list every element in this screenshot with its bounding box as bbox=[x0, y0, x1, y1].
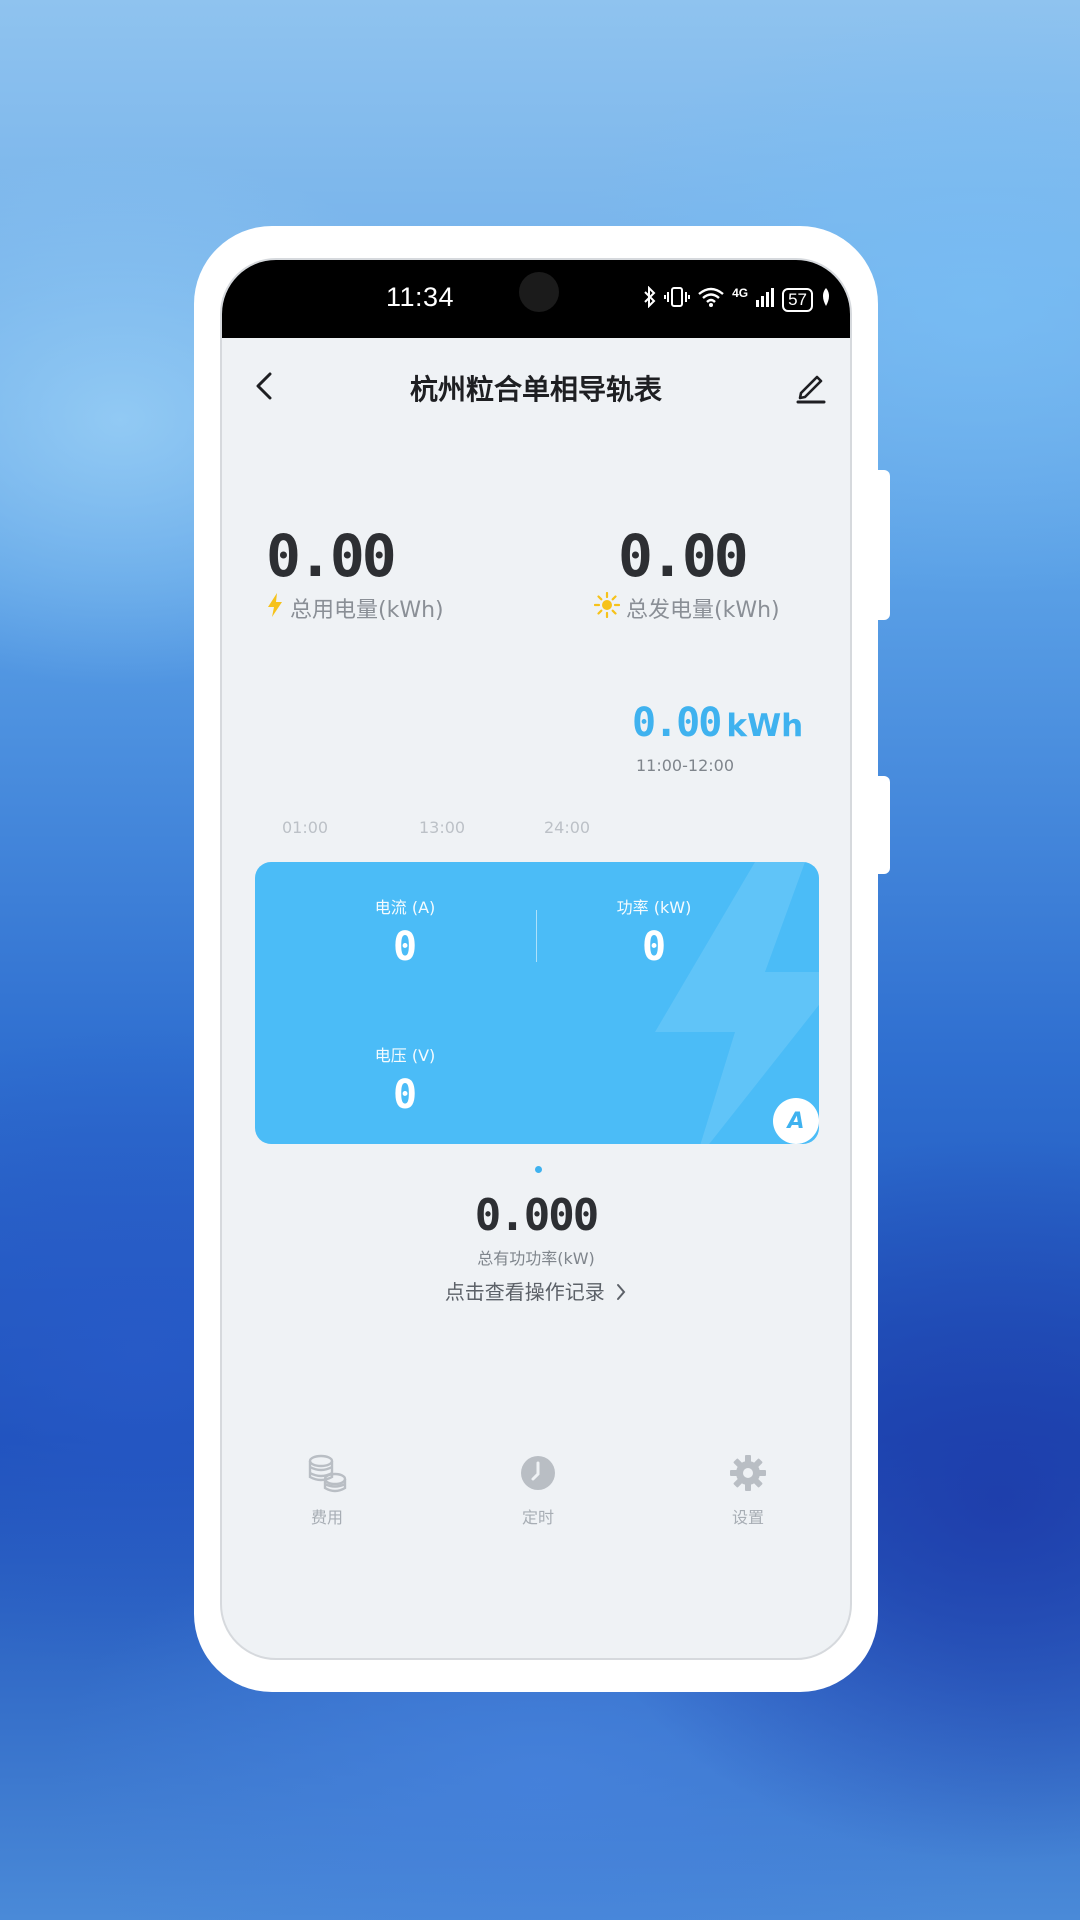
usage-chart[interactable]: 0.00 kWh 11:00-12:00 01:00 13:00 24:00 bbox=[222, 700, 850, 860]
network-type-label: 4G bbox=[732, 286, 749, 300]
leaf-icon bbox=[820, 287, 832, 313]
card-divider bbox=[536, 910, 537, 962]
gear-icon bbox=[726, 1452, 770, 1496]
chart-selected-readout: 0.00 kWh bbox=[632, 700, 803, 746]
consumption-stat: 0.00 总用电量(kWh) bbox=[266, 522, 444, 624]
vibrate-icon bbox=[664, 286, 691, 314]
tab-timer-label: 定时 bbox=[521, 1508, 554, 1527]
chevron-right-icon bbox=[611, 1280, 627, 1304]
lightning-icon bbox=[266, 592, 284, 624]
total-power-label: 总有功功率(kW) bbox=[477, 1249, 595, 1268]
current-reading: 电流 (A) 0 bbox=[315, 894, 495, 970]
side-button-power bbox=[878, 776, 890, 874]
generation-value: 0.00 bbox=[618, 522, 749, 590]
side-button-volume bbox=[878, 470, 890, 620]
bluetooth-icon bbox=[643, 285, 657, 314]
phone-frame: 11:34 4G 57 杭州粒合单相导轨表 0.00 总用电量(kWh) 0.0… bbox=[194, 226, 890, 1692]
voltage-label: 电压 (V) bbox=[374, 1046, 436, 1065]
operation-log-link[interactable]: 点击查看操作记录 bbox=[222, 1276, 850, 1305]
status-bar: 11:34 4G 57 bbox=[222, 260, 850, 338]
x-tick: 01:00 bbox=[282, 818, 329, 837]
sun-icon bbox=[593, 591, 621, 624]
tab-timer[interactable]: 定时 bbox=[478, 1452, 598, 1528]
power-value: 0 bbox=[641, 924, 667, 970]
battery-icon: 57 bbox=[782, 288, 813, 312]
current-value: 0 bbox=[392, 924, 418, 970]
power-label: 功率 (kW) bbox=[616, 898, 692, 917]
tab-cost-label: 费用 bbox=[310, 1508, 343, 1527]
voltage-reading: 电压 (V) 0 bbox=[315, 1042, 495, 1118]
clock-icon bbox=[516, 1452, 560, 1496]
chart-selected-range: 11:00-12:00 bbox=[636, 756, 734, 775]
x-tick: 13:00 bbox=[419, 818, 466, 837]
total-power-value: 0.000 bbox=[474, 1190, 599, 1241]
wifi-icon bbox=[697, 286, 725, 314]
consumption-label: 总用电量(kWh) bbox=[290, 598, 444, 623]
power-reading: 功率 (kW) 0 bbox=[564, 894, 744, 970]
bottom-tab-bar: 费用 定时 设置 bbox=[222, 1452, 850, 1552]
signal-icon bbox=[755, 286, 775, 314]
generation-label: 总发电量(kWh) bbox=[626, 598, 780, 623]
mode-badge[interactable]: A bbox=[773, 1098, 819, 1144]
operation-log-label: 点击查看操作记录 bbox=[444, 1280, 605, 1304]
chart-unit: kWh bbox=[726, 708, 804, 744]
pager-dot bbox=[535, 1166, 542, 1173]
page-title: 杭州粒合单相导轨表 bbox=[409, 373, 662, 406]
camera-cutout bbox=[519, 272, 559, 312]
consumption-value: 0.00 bbox=[266, 522, 397, 590]
navigation-bar: 杭州粒合单相导轨表 bbox=[222, 338, 850, 436]
tab-settings-label: 设置 bbox=[731, 1508, 764, 1527]
current-label: 电流 (A) bbox=[374, 898, 436, 917]
coins-icon bbox=[305, 1452, 349, 1496]
generation-stat: 0.00 总发电量(kWh) bbox=[593, 522, 780, 624]
edit-icon[interactable] bbox=[790, 366, 830, 406]
tab-cost[interactable]: 费用 bbox=[267, 1452, 387, 1528]
total-power: 0.000 总有功功率(kW) bbox=[222, 1190, 850, 1269]
status-icons: 4G 57 bbox=[643, 285, 832, 314]
realtime-card[interactable]: 电流 (A) 0 功率 (kW) 0 电压 (V) 0 A bbox=[255, 862, 819, 1144]
chart-selected-value: 0.00 bbox=[632, 700, 722, 746]
status-time: 11:34 bbox=[386, 282, 455, 312]
app-screen: 11:34 4G 57 杭州粒合单相导轨表 0.00 总用电量(kWh) 0.0… bbox=[220, 258, 852, 1660]
tab-settings[interactable]: 设置 bbox=[688, 1452, 808, 1528]
x-tick: 24:00 bbox=[544, 818, 591, 837]
voltage-value: 0 bbox=[392, 1072, 418, 1118]
